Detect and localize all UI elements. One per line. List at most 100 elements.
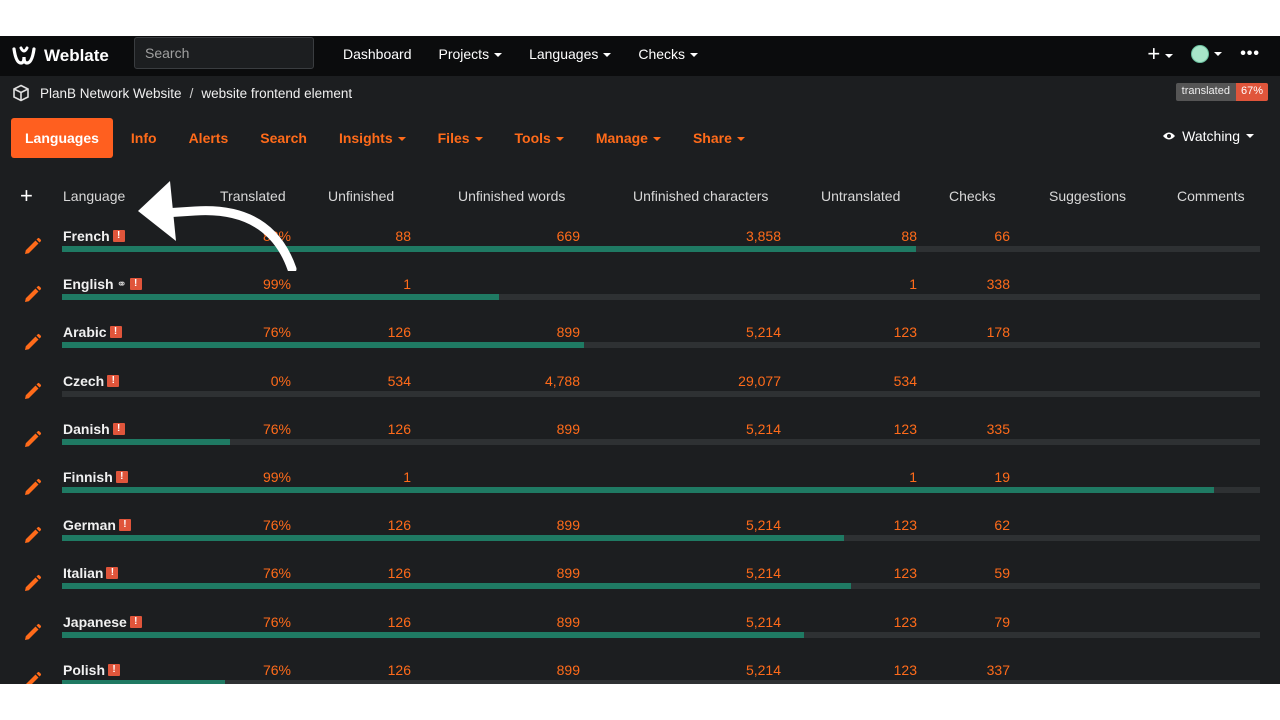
cell-translated[interactable]: 76% [263, 565, 291, 581]
cell-unfinished-characters[interactable]: 5,214 [746, 662, 781, 678]
language-link[interactable]: Arabic! [63, 324, 122, 340]
tab-search[interactable]: Search [246, 118, 321, 158]
alert-icon[interactable]: ! [108, 663, 121, 676]
tab-share[interactable]: Share [679, 118, 759, 158]
cell-unfinished-words[interactable]: 899 [557, 614, 580, 630]
cell-checks[interactable]: 79 [994, 614, 1010, 630]
cell-unfinished[interactable]: 126 [388, 565, 411, 581]
language-link[interactable]: Czech! [63, 373, 120, 389]
add-menu-button[interactable]: + [1147, 41, 1174, 67]
cell-translated[interactable]: 99% [263, 469, 291, 485]
tab-languages[interactable]: Languages [11, 118, 113, 158]
edit-pencil-icon[interactable] [22, 478, 42, 503]
nav-checks[interactable]: Checks [628, 46, 708, 62]
edit-pencil-icon[interactable] [22, 526, 42, 551]
edit-pencil-icon[interactable] [22, 671, 42, 684]
cell-unfinished-words[interactable]: 669 [557, 228, 580, 244]
add-language-button[interactable]: + [20, 183, 33, 209]
cell-checks[interactable]: 338 [987, 276, 1010, 292]
user-menu-button[interactable] [1191, 45, 1223, 63]
language-link[interactable]: German! [63, 517, 131, 533]
tab-manage[interactable]: Manage [582, 118, 675, 158]
cell-unfinished[interactable]: 88 [395, 228, 411, 244]
cell-unfinished[interactable]: 126 [388, 662, 411, 678]
alert-icon[interactable]: ! [112, 422, 125, 435]
tab-insights[interactable]: Insights [325, 118, 420, 158]
language-link[interactable]: Danish! [63, 421, 125, 437]
breadcrumb-component-link[interactable]: website frontend element [201, 86, 352, 101]
header-suggestions[interactable]: Suggestions [1049, 188, 1126, 204]
brand[interactable]: Weblate [12, 44, 109, 68]
cell-checks[interactable]: 59 [994, 565, 1010, 581]
alert-icon[interactable]: ! [112, 230, 125, 242]
cell-untranslated[interactable]: 1 [909, 469, 917, 485]
cell-translated[interactable]: 76% [263, 662, 291, 678]
cell-unfinished-characters[interactable]: 5,214 [746, 517, 781, 533]
cell-unfinished-characters[interactable]: 3,858 [746, 228, 781, 244]
cell-unfinished-characters[interactable]: 5,214 [746, 421, 781, 437]
cell-unfinished[interactable]: 1 [403, 469, 411, 485]
cell-translated[interactable]: 76% [263, 517, 291, 533]
header-unfinished-words[interactable]: Unfinished words [458, 188, 565, 204]
cell-checks[interactable]: 337 [987, 662, 1010, 678]
nav-projects[interactable]: Projects [429, 46, 513, 62]
language-link[interactable]: Polish! [63, 662, 121, 678]
alert-icon[interactable]: ! [129, 615, 142, 628]
language-link[interactable]: French! [63, 228, 125, 244]
alert-icon[interactable]: ! [115, 471, 128, 483]
header-untranslated[interactable]: Untranslated [821, 188, 900, 204]
tab-files[interactable]: Files [424, 118, 497, 158]
header-language[interactable]: Language [63, 188, 125, 204]
language-link[interactable]: English ⚭! [63, 276, 142, 292]
nav-dashboard[interactable]: Dashboard [333, 46, 422, 62]
cell-unfinished[interactable]: 1 [403, 276, 411, 292]
cell-checks[interactable]: 178 [987, 324, 1010, 340]
cell-translated[interactable]: 0% [271, 373, 291, 389]
language-link[interactable]: Italian! [63, 565, 119, 581]
cell-unfinished-words[interactable]: 899 [557, 421, 580, 437]
alert-icon[interactable]: ! [109, 326, 122, 339]
cell-unfinished[interactable]: 126 [388, 324, 411, 340]
tab-tools[interactable]: Tools [501, 118, 578, 158]
cell-untranslated[interactable]: 123 [894, 324, 917, 340]
cell-checks[interactable]: 335 [987, 421, 1010, 437]
tab-info[interactable]: Info [117, 118, 171, 158]
cell-unfinished[interactable]: 534 [388, 373, 411, 389]
cell-unfinished-words[interactable]: 899 [557, 517, 580, 533]
cell-untranslated[interactable]: 123 [894, 614, 917, 630]
header-unfinished[interactable]: Unfinished [328, 188, 394, 204]
alert-icon[interactable]: ! [106, 567, 119, 580]
edit-pencil-icon[interactable] [22, 333, 42, 358]
cell-unfinished-characters[interactable]: 5,214 [746, 565, 781, 581]
cell-unfinished[interactable]: 126 [388, 517, 411, 533]
header-comments[interactable]: Comments [1177, 188, 1245, 204]
cell-checks[interactable]: 19 [994, 469, 1010, 485]
cell-unfinished[interactable]: 126 [388, 421, 411, 437]
cell-untranslated[interactable]: 123 [894, 565, 917, 581]
alert-icon[interactable]: ! [107, 374, 120, 387]
edit-pencil-icon[interactable] [22, 285, 42, 310]
edit-pencil-icon[interactable] [22, 237, 42, 262]
cell-translated[interactable]: 76% [263, 614, 291, 630]
edit-pencil-icon[interactable] [22, 574, 42, 599]
cell-unfinished-words[interactable]: 899 [557, 324, 580, 340]
cell-checks[interactable]: 66 [994, 228, 1010, 244]
cell-untranslated[interactable]: 1 [909, 276, 917, 292]
alert-icon[interactable]: ! [129, 278, 142, 291]
cell-translated[interactable]: 76% [263, 421, 291, 437]
cell-unfinished-words[interactable]: 4,788 [545, 373, 580, 389]
edit-pencil-icon[interactable] [22, 382, 42, 407]
cell-translated[interactable]: 99% [263, 276, 291, 292]
cell-untranslated[interactable]: 534 [894, 373, 917, 389]
cell-unfinished-characters[interactable]: 29,077 [738, 373, 781, 389]
cell-untranslated[interactable]: 88 [901, 228, 917, 244]
edit-pencil-icon[interactable] [22, 623, 42, 648]
header-unfinished-characters[interactable]: Unfinished characters [633, 188, 768, 204]
tab-alerts[interactable]: Alerts [175, 118, 243, 158]
cell-checks[interactable]: 62 [994, 517, 1010, 533]
search-input[interactable] [135, 38, 313, 68]
nav-languages[interactable]: Languages [519, 46, 621, 62]
cell-untranslated[interactable]: 123 [894, 662, 917, 678]
breadcrumb-project-link[interactable]: PlanB Network Website [40, 86, 182, 101]
alert-icon[interactable]: ! [118, 519, 131, 532]
